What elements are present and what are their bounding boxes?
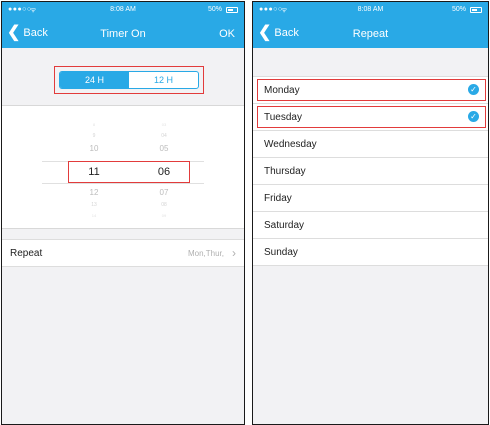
day-row-saturday[interactable]: Saturday: [253, 212, 488, 239]
status-bar: ●●●○○ ᯤ 8:08 AM 50%: [2, 2, 244, 20]
repeat-value: Mon,Thur,: [187, 249, 224, 258]
day-row-monday[interactable]: Monday ✓: [253, 77, 488, 104]
day-label: Thursday: [264, 166, 306, 177]
day-list: Monday ✓ Tuesday ✓ Wednesday Thursday Fr…: [253, 76, 488, 266]
day-label: Friday: [264, 193, 292, 204]
check-icon: ✓: [468, 84, 479, 95]
timer-on-screen: ●●●○○ ᯤ 8:08 AM 50% ❮ Back Timer On OK 2…: [1, 1, 245, 425]
time-picker: 8 9 10 11 12 13 14 03 04 05 06 07 08 09: [2, 105, 244, 229]
repeat-row[interactable]: Repeat Mon,Thur, ›: [2, 239, 244, 267]
day-label: Saturday: [264, 220, 305, 231]
hour-option: 9: [92, 133, 96, 139]
nav-bar: ❮ Back Repeat: [253, 20, 488, 48]
day-row-tuesday[interactable]: Tuesday ✓: [253, 104, 488, 131]
nav-bar: ❮ Back Timer On OK: [2, 20, 244, 48]
selected-time-highlight: [68, 161, 190, 183]
chevron-right-icon: ›: [232, 246, 236, 260]
day-row-sunday[interactable]: Sunday: [253, 239, 488, 266]
battery-icon: [470, 7, 482, 13]
day-label: Wednesday: [264, 139, 317, 150]
day-row-friday[interactable]: Friday: [253, 185, 488, 212]
repeat-screen: ●●●○○ ᯤ 8:08 AM 50% ❮ Back Repeat Monday…: [252, 1, 489, 425]
battery-icon: [226, 7, 238, 13]
minute-option: 08: [161, 202, 167, 208]
day-label: Sunday: [264, 247, 298, 258]
hour-option: 8: [92, 122, 96, 127]
page-title: Repeat: [352, 28, 389, 40]
hour-option: 12: [89, 188, 99, 197]
minute-option: 04: [161, 133, 167, 139]
battery-percent: 50%: [451, 6, 466, 13]
format-24h-button[interactable]: 24 H: [60, 72, 129, 88]
hour-option: 13: [91, 202, 97, 208]
format-12h-button[interactable]: 12 H: [129, 72, 198, 88]
day-label: Monday: [264, 85, 300, 96]
page-title: Timer On: [100, 28, 146, 40]
time-format-toggle: 24 H 12 H: [59, 71, 199, 89]
day-label: Tuesday: [264, 112, 302, 123]
repeat-label: Repeat: [10, 248, 43, 259]
minute-option: 09: [161, 213, 167, 218]
day-row-thursday[interactable]: Thursday: [253, 158, 488, 185]
check-icon: ✓: [468, 111, 479, 122]
day-row-wednesday[interactable]: Wednesday: [253, 131, 488, 158]
selection-line-bottom: [42, 183, 204, 184]
minute-option: 05: [159, 144, 169, 153]
status-bar: ●●●○○ ᯤ 8:08 AM 50%: [253, 2, 488, 20]
hour-option: 14: [91, 213, 97, 218]
hour-option: 10: [89, 144, 99, 153]
battery-percent: 50%: [207, 6, 222, 13]
minute-option: 03: [161, 122, 167, 127]
minute-option: 07: [159, 188, 169, 197]
ok-button[interactable]: OK: [219, 28, 235, 40]
format-toggle-highlight: 24 H 12 H: [54, 66, 204, 94]
